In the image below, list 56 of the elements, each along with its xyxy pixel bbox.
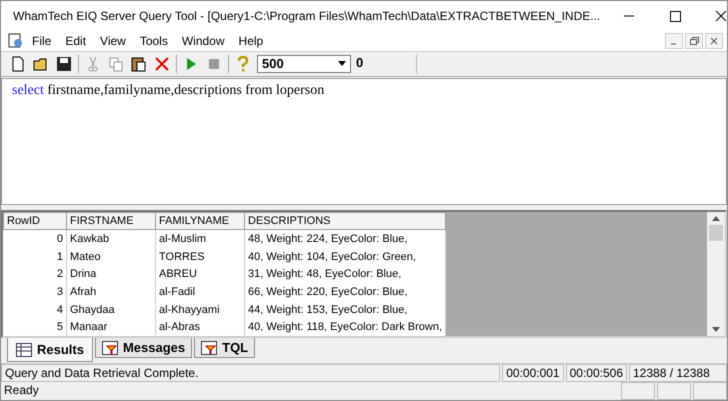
status-text: Ready (3, 382, 40, 400)
table-cell: al-Khayyami (156, 300, 244, 318)
table-cell: al-Muslim (156, 230, 244, 248)
table-icon (16, 342, 32, 357)
menu-item[interactable]: File (25, 34, 58, 48)
table-cell: Ghaydaa (66, 300, 156, 318)
table-cell: Drina (66, 266, 156, 284)
menu-item[interactable]: Help (232, 34, 270, 48)
elapsed-time: 00:00:001 (502, 364, 564, 382)
save-icon[interactable] (55, 54, 73, 73)
tab[interactable]: Results (7, 338, 93, 362)
column-header[interactable]: FIRSTNAME (66, 212, 156, 230)
status-pane (657, 382, 691, 400)
table-cell: TORRES (156, 248, 244, 266)
table-cell: 0 (4, 230, 66, 248)
funnel-icon (201, 340, 218, 355)
column-header[interactable]: RowID (4, 212, 66, 230)
up-arrow-icon[interactable] (712, 216, 720, 222)
table-cell: Afrah (66, 283, 156, 301)
restore-icon[interactable] (685, 32, 703, 49)
tab[interactable]: Messages (94, 338, 192, 358)
funnel-icon (102, 340, 118, 355)
count-field: 0 (356, 54, 417, 74)
column-header[interactable]: DESCRIPTIONS (244, 212, 446, 230)
fetch-time: 00:00:506 (566, 364, 627, 382)
scrollbar-thumb[interactable] (709, 225, 723, 242)
window-title: WhamTech EIQ Server Query Tool - [Query1-C:\Program Files\WhamTech\Data\EXTRACTBETWEEN_INDE... (13, 8, 600, 23)
table-cell: al-Fadil (156, 283, 244, 301)
table-cell: 1 (4, 248, 66, 266)
menu-item[interactable]: Window (174, 34, 232, 48)
status-pane (621, 382, 655, 400)
table-cell: ABREU (156, 266, 244, 284)
table-cell: Kawkab (66, 230, 156, 248)
menu-item[interactable]: View (93, 34, 133, 48)
down-arrow-icon[interactable] (712, 327, 720, 332)
status-message: Query and Data Retrieval Complete. (1, 364, 500, 382)
table-cell: Manaar (66, 318, 156, 336)
tab[interactable]: TQL (194, 338, 256, 358)
menu-item[interactable]: Edit (58, 34, 94, 48)
table-cell: 3 (4, 283, 66, 301)
table-cell: 5 (4, 318, 66, 336)
query-editor[interactable]: select firstname,familyname,descriptions from loperson (1, 78, 727, 206)
status-pane (693, 382, 727, 400)
menu-item[interactable]: Tools (132, 34, 175, 48)
copy-icon[interactable] (107, 54, 125, 73)
scrollbar[interactable] (707, 212, 725, 336)
caret-icon (338, 61, 346, 66)
table-cell: 4 (4, 300, 66, 318)
column-header[interactable]: FAMILYNAME (156, 212, 244, 230)
table-cell: al-Abras (156, 318, 244, 336)
table-cell: Mateo (66, 248, 156, 266)
query-text: select firstname,familyname,descriptions from loperson (12, 82, 324, 98)
table-cell: 2 (4, 266, 66, 284)
row-limit-dropdown[interactable]: 500 (257, 54, 351, 73)
row-count: 12388 / 12388 (629, 364, 727, 382)
delete-icon[interactable] (153, 54, 171, 73)
